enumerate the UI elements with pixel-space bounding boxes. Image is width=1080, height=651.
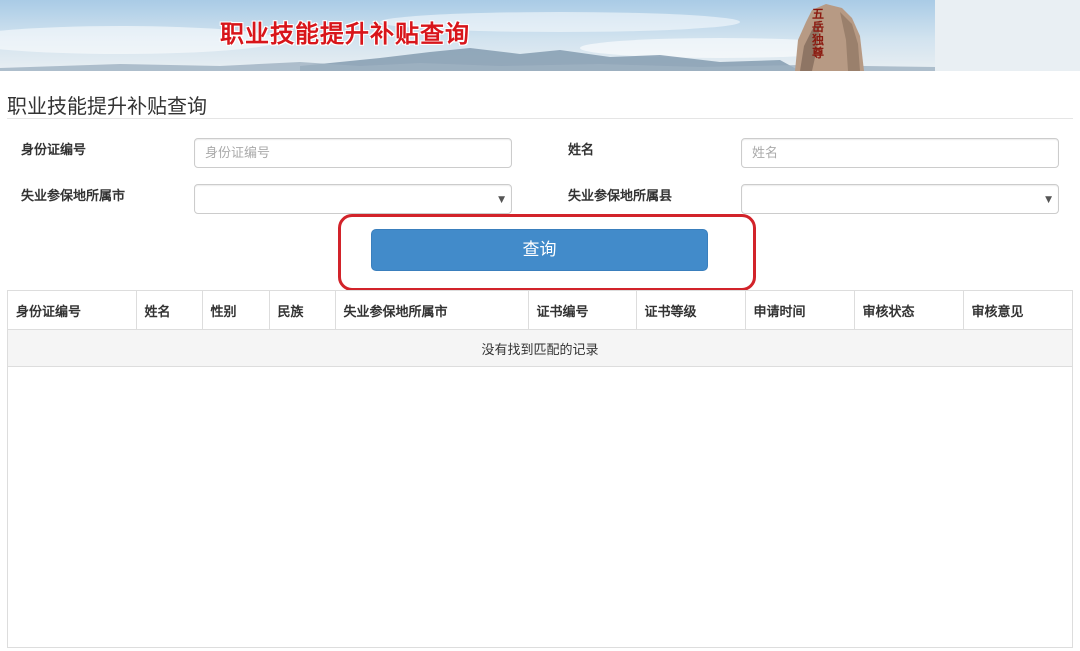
table-row: 没有找到匹配的记录 — [8, 329, 1072, 367]
table-header-row: 身份证编号 姓名 性别 民族 失业参保地所属市 证书编号 证书等级 申请时间 审… — [8, 291, 1072, 330]
name-input[interactable] — [741, 138, 1059, 168]
banner-sky-right — [935, 0, 1080, 71]
mountain-landscape-image — [0, 0, 935, 71]
name-label: 姓名 — [568, 143, 595, 158]
column-header[interactable]: 姓名 — [136, 291, 203, 330]
city-label: 失业参保地所属市 — [21, 189, 126, 204]
empty-table-message: 没有找到匹配的记录 — [8, 329, 1072, 367]
id-number-label: 身份证编号 — [21, 143, 87, 158]
results-table: 身份证编号 姓名 性别 民族 失业参保地所属市 证书编号 证书等级 申请时间 审… — [7, 290, 1073, 648]
header-banner: 职业技能提升补贴查询 五岳独尊 — [0, 0, 1080, 71]
title-divider — [7, 118, 1073, 119]
id-number-input[interactable] — [194, 138, 512, 168]
column-header[interactable]: 证书编号 — [528, 291, 637, 330]
column-header[interactable]: 申请时间 — [745, 291, 855, 330]
column-header[interactable]: 证书等级 — [636, 291, 746, 330]
caret-down-icon: ▼ — [1045, 195, 1052, 205]
city-select[interactable]: ▼ — [194, 184, 512, 214]
rock-inscription: 五岳独尊 — [812, 7, 825, 60]
county-select[interactable]: ▼ — [741, 184, 1059, 214]
column-header[interactable]: 性别 — [202, 291, 270, 330]
banner-title: 职业技能提升补贴查询 — [220, 19, 470, 48]
column-header[interactable]: 审核状态 — [854, 291, 964, 330]
county-label: 失业参保地所属县 — [568, 189, 673, 204]
column-header[interactable]: 民族 — [269, 291, 336, 330]
caret-down-icon: ▼ — [498, 195, 505, 205]
query-button[interactable]: 查询 — [371, 229, 708, 271]
page-title: 职业技能提升补贴查询 — [7, 94, 207, 118]
column-header[interactable]: 审核意见 — [963, 291, 1072, 330]
column-header[interactable]: 身份证编号 — [8, 291, 137, 330]
column-header[interactable]: 失业参保地所属市 — [335, 291, 529, 330]
